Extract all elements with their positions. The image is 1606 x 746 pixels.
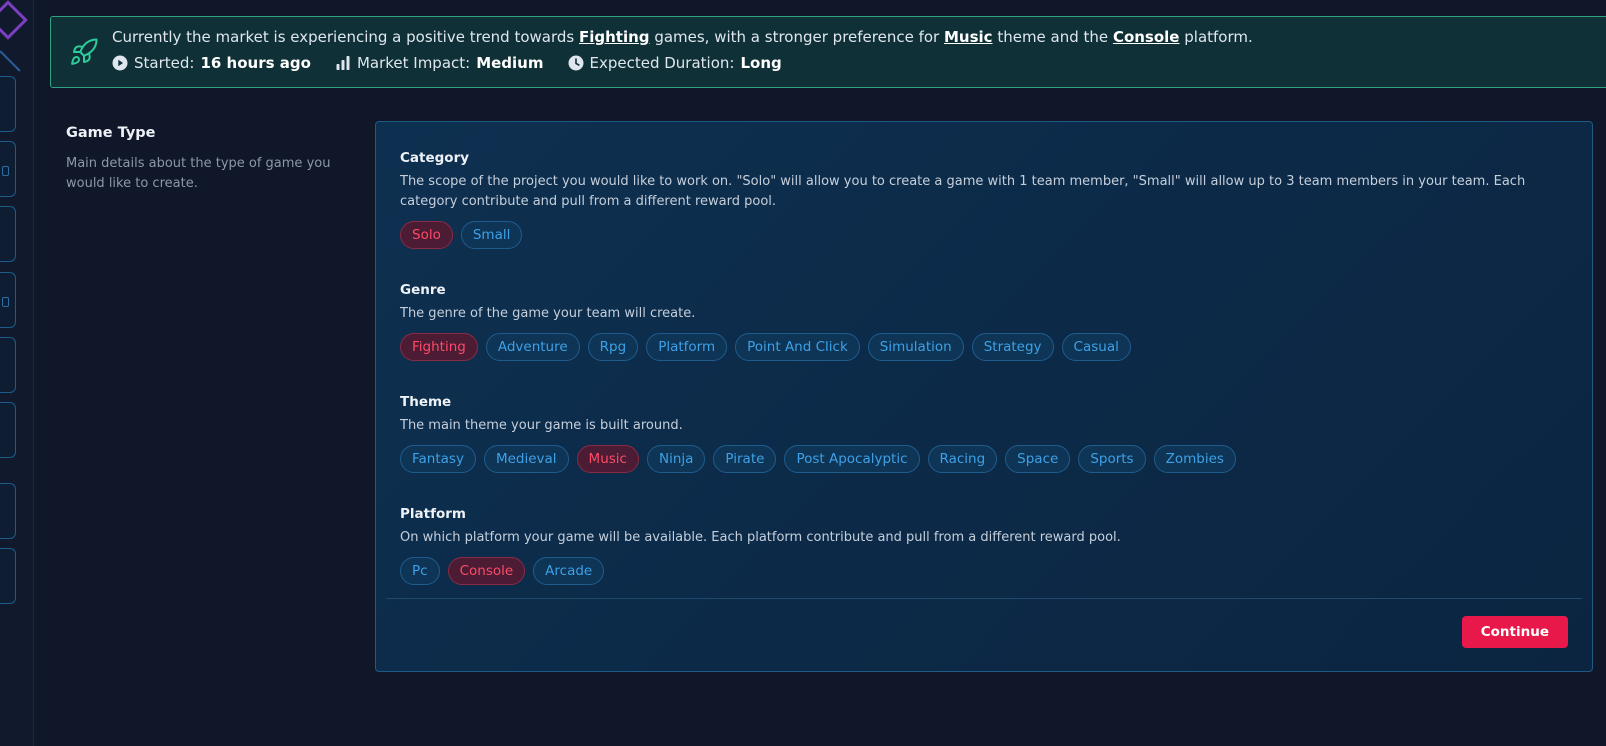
platform-section: Platform On which platform your game wil… (400, 506, 1570, 585)
started-value: 16 hours ago (200, 54, 311, 72)
theme-options: Fantasy Medieval Music Ninja Pirate Post Apoc… (400, 445, 1570, 473)
duration-label: Expected Duration: (589, 54, 735, 72)
market-trend-banner: Currently the market is experiencing a p… (50, 16, 1606, 88)
genre-description: The genre of the game your team will cre… (400, 306, 696, 321)
nav-button-2[interactable] (0, 141, 16, 197)
market-meta-row: Started: 16 hours ago Market Impact: Med… (112, 54, 782, 72)
theme-option-zombies[interactable]: Zombies (1153, 445, 1236, 473)
section-description: Main details about the type of game you … (66, 156, 331, 191)
platform-title: Platform (400, 506, 466, 522)
theme-option-ninja[interactable]: Ninja (646, 445, 706, 473)
theme-option-pirate[interactable]: Pirate (713, 445, 777, 473)
trend-text-part: theme and the (992, 28, 1113, 46)
trend-genre-link[interactable]: Fighting (579, 28, 650, 46)
duration-info: Expected Duration: Long (568, 54, 782, 72)
genre-option-rpg[interactable]: Rpg (587, 333, 639, 361)
play-circle-icon (112, 55, 128, 71)
clock-icon (568, 55, 583, 71)
genre-title: Genre (400, 282, 446, 298)
bar-chart-icon (336, 56, 350, 70)
continue-button[interactable]: Continue (1461, 616, 1568, 648)
left-nav-rail (0, 0, 34, 746)
category-section: Category The scope of the project you wo… (400, 150, 1570, 249)
nav-button-1[interactable] (0, 76, 16, 132)
theme-option-fantasy[interactable]: Fantasy (400, 445, 476, 473)
started-label: Started: (134, 54, 195, 72)
trend-text-part: Currently the market is experiencing a p… (112, 28, 579, 46)
impact-info: Market Impact: Medium (335, 54, 544, 72)
duration-value: Long (740, 54, 782, 72)
genre-option-fighting[interactable]: Fighting (400, 333, 478, 361)
category-options: Solo Small (400, 221, 1570, 249)
nav-button-3[interactable] (0, 206, 16, 262)
platform-option-console[interactable]: Console (447, 557, 526, 585)
nav-button-6[interactable] (0, 402, 16, 458)
theme-description: The main theme your game is built around… (400, 418, 683, 433)
market-trend-text: Currently the market is experiencing a p… (112, 28, 1253, 46)
trend-text-part: games, with a stronger preference for (649, 28, 944, 46)
platform-description: On which platform your game will be avai… (400, 530, 1121, 545)
theme-option-music[interactable]: Music (576, 445, 639, 473)
impact-value: Medium (476, 54, 544, 72)
platform-option-arcade[interactable]: Arcade (533, 557, 605, 585)
theme-option-space[interactable]: Space (1005, 445, 1071, 473)
theme-title: Theme (400, 394, 452, 410)
nav-button-5[interactable] (0, 337, 16, 393)
category-description: The scope of the project you would like … (400, 174, 1526, 209)
category-option-small[interactable]: Small (460, 221, 523, 249)
genre-option-simulation[interactable]: Simulation (867, 333, 964, 361)
platform-options: Pc Console Arcade (400, 557, 1570, 585)
nav-indicator-icon (2, 166, 9, 176)
theme-option-medieval[interactable]: Medieval (483, 445, 569, 473)
genre-option-platform[interactable]: Platform (646, 333, 728, 361)
genre-option-point-and-click[interactable]: Point And Click (735, 333, 860, 361)
section-heading: Game Type (66, 125, 156, 141)
impact-label: Market Impact: (356, 54, 471, 72)
category-option-solo[interactable]: Solo (400, 221, 453, 249)
genre-section: Genre The genre of the game your team wi… (400, 282, 1570, 361)
trend-platform-link[interactable]: Console (1113, 28, 1180, 46)
trend-text-part: platform. (1179, 28, 1253, 46)
platform-option-pc[interactable]: Pc (400, 557, 440, 585)
nav-indicator-icon (2, 297, 9, 307)
theme-option-racing[interactable]: Racing (927, 445, 998, 473)
theme-option-post-apocalyptic[interactable]: Post Apocalyptic (784, 445, 920, 473)
rail-accent-line (0, 50, 21, 72)
nav-button-4[interactable] (0, 272, 16, 328)
nav-button-7[interactable] (0, 483, 16, 539)
nav-button-8[interactable] (0, 548, 16, 604)
rocket-icon (71, 38, 98, 65)
theme-option-sports[interactable]: Sports (1078, 445, 1146, 473)
app-logo-icon[interactable] (0, 0, 28, 40)
game-type-card: Category The scope of the project you wo… (375, 121, 1593, 672)
genre-option-casual[interactable]: Casual (1061, 333, 1131, 361)
started-info: Started: 16 hours ago (112, 54, 311, 72)
card-divider (386, 598, 1582, 599)
genre-options: Fighting Adventure Rpg Platform Point And Cl… (400, 333, 1570, 361)
genre-option-adventure[interactable]: Adventure (485, 333, 580, 361)
genre-option-strategy[interactable]: Strategy (971, 333, 1054, 361)
trend-theme-link[interactable]: Music (944, 28, 993, 46)
category-title: Category (400, 150, 470, 166)
theme-section: Theme The main theme your game is built … (400, 394, 1570, 473)
